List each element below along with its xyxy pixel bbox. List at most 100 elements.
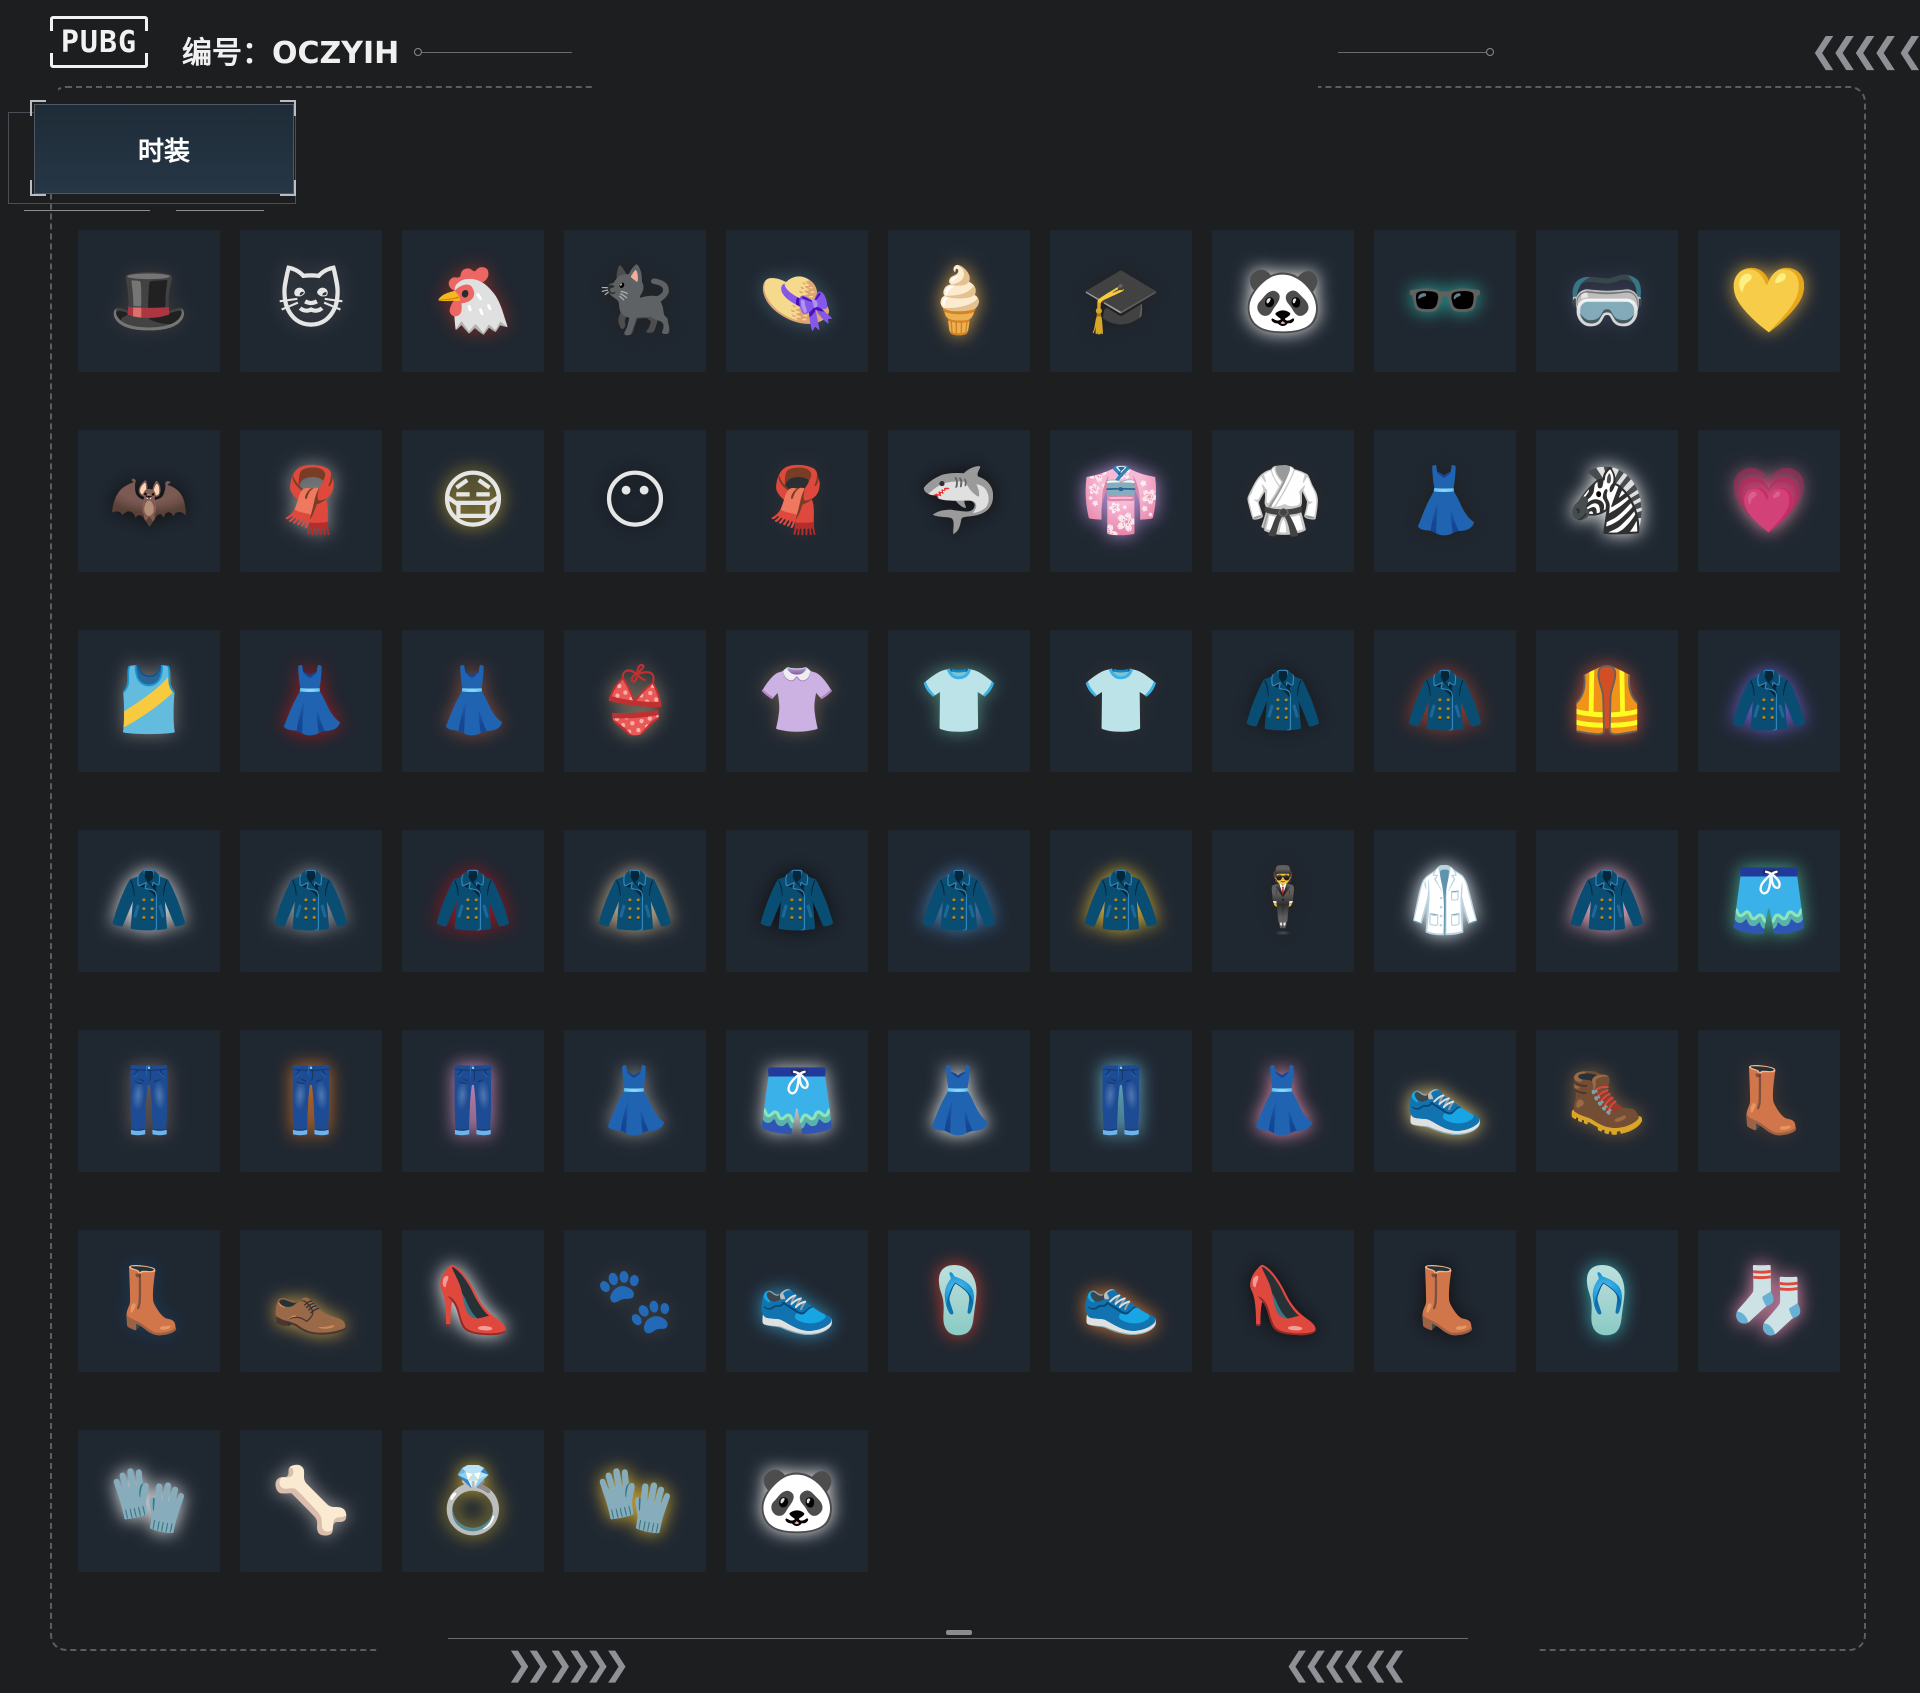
item-slot-black-beret[interactable]: 🎓 — [1050, 230, 1192, 372]
item-slot-dalmatian-jumpsuit[interactable]: 🦓 — [1536, 430, 1678, 572]
item-slot-white-pleated-skirt[interactable]: 👗 — [888, 1030, 1030, 1172]
item-slot-dark-harness-outfit[interactable]: 🥋 — [1212, 430, 1354, 572]
item-slot-skeleton-gloves[interactable]: 🦴 — [240, 1430, 382, 1572]
black-gold-coat-icon: 🧥 — [1243, 664, 1323, 738]
item-slot-black-suit[interactable]: 🕴️ — [1212, 830, 1354, 972]
black-beret-icon: 🎓 — [1081, 264, 1161, 338]
item-slot-white-bomber-jacket[interactable]: 🧥 — [78, 830, 220, 972]
item-slot-gold-earrings[interactable]: 💛 — [1698, 230, 1840, 372]
item-slot-blue-cargo-pants[interactable]: 👖 — [1050, 1030, 1192, 1172]
item-slot-dalmatian-loafers[interactable]: 👠 — [402, 1230, 544, 1372]
item-slot-black-gold-coat[interactable]: 🧥 — [1212, 630, 1354, 772]
bottom-left-chevrons-icon: ❯❯ ❯❯❯❯ — [506, 1645, 630, 1683]
item-slot-corset-top[interactable]: 🎽 — [78, 630, 220, 772]
item-slot-dark-paw-shoes[interactable]: 🐾 — [564, 1230, 706, 1372]
item-slot-white-gloves[interactable]: 🧤 — [78, 1430, 220, 1572]
item-slot-spiked-mask[interactable]: 🦇 — [78, 430, 220, 572]
item-slot-black-blue-sneakers[interactable]: 👟 — [726, 1230, 868, 1372]
item-slot-pink-white-hoodie[interactable]: 🧥 — [1536, 830, 1678, 972]
teal-clogs-icon: 🩴 — [1567, 1264, 1647, 1338]
purple-floral-jacket-icon: 🧥 — [1729, 664, 1809, 738]
item-slot-heart-crop-top[interactable]: 💗 — [1698, 430, 1840, 572]
item-slot-red-flippers[interactable]: 🩴 — [888, 1230, 1030, 1372]
item-slot-panda-headband[interactable]: 🐼 — [1212, 230, 1354, 372]
cat-ears-icon: 🐱 — [277, 264, 345, 338]
item-slot-black-face-mask[interactable]: 😶 — [564, 430, 706, 572]
item-slot-cat-ears[interactable]: 🐱 — [240, 230, 382, 372]
orange-lace-sneakers-icon: 👟 — [1081, 1264, 1161, 1338]
bucket-hat-icon: 👒 — [757, 264, 837, 338]
item-slot-red-chicken-hat[interactable]: 🐔 — [402, 230, 544, 372]
item-slot-dark-neck-gaiter[interactable]: 🧣 — [726, 430, 868, 572]
item-slot-black-yellow-gloves[interactable]: 🧤 — [564, 1430, 706, 1572]
gold-bangle-gloves-icon: 💍 — [433, 1464, 513, 1538]
pubg-logo: PUBG — [48, 16, 150, 68]
item-slot-teeth-mask[interactable]: 🦈 — [888, 430, 1030, 572]
tab-corner-tr — [280, 100, 296, 116]
item-slot-panda-gloves[interactable]: 🐼 — [726, 1430, 868, 1572]
line-dot-left — [414, 48, 422, 56]
floral-shirt-icon: 👕 — [919, 664, 999, 738]
item-slot-black-graphic-tee[interactable]: 👕 — [1050, 630, 1192, 772]
item-slot-tan-tube-top[interactable]: 👙 — [564, 630, 706, 772]
item-slot-black-dress[interactable]: 👗 — [1374, 430, 1516, 572]
item-slot-tie-dye-shorts[interactable]: 🩳 — [1698, 830, 1840, 972]
red-chicken-hat-icon: 🐔 — [433, 264, 513, 338]
item-slot-ice-cream-hat[interactable]: 🍦 — [888, 230, 1030, 372]
item-slot-floral-dress[interactable]: 👗 — [402, 630, 544, 772]
plaid-skirt-icon: 👗 — [595, 1064, 675, 1138]
item-slot-dark-visor[interactable]: 🥽 — [1536, 230, 1678, 372]
item-slot-red-leather-coat[interactable]: 🧥 — [1374, 630, 1516, 772]
item-slot-ripped-jeans[interactable]: 👖 — [78, 1030, 220, 1172]
item-slot-floral-shirt[interactable]: 👕 — [888, 630, 1030, 772]
item-slot-red-satin-dress[interactable]: 👗 — [240, 630, 382, 772]
item-slot-red-velvet-jacket[interactable]: 🧥 — [402, 830, 544, 972]
item-slot-beige-jacket[interactable]: 🧥 — [564, 830, 706, 972]
item-slot-red-apron-outfit[interactable]: 🦺 — [1536, 630, 1678, 772]
tab-corner-bl — [30, 180, 46, 196]
item-slot-grey-scarf[interactable]: 🧣 — [240, 430, 382, 572]
red-satin-dress-icon: 👗 — [271, 664, 351, 738]
item-slot-pink-cargo-pants[interactable]: 👖 — [402, 1030, 544, 1172]
item-slot-black-witch-hat[interactable]: 🎩 — [78, 230, 220, 372]
item-slot-white-shorts[interactable]: 🩳 — [726, 1030, 868, 1172]
item-slot-blue-gold-boots[interactable]: 👢 — [78, 1230, 220, 1372]
item-slot-gradient-ear-hoodie[interactable]: 🧥 — [888, 830, 1030, 972]
item-slot-orange-lace-sneakers[interactable]: 👟 — [1050, 1230, 1192, 1372]
black-suit-icon: 🕴️ — [1243, 864, 1323, 938]
item-slot-striped-pants[interactable]: 👖 — [240, 1030, 382, 1172]
item-slot-grey-hooded-coat[interactable]: 🧥 — [240, 830, 382, 972]
item-slot-patterned-halter-top[interactable]: 👚 — [726, 630, 868, 772]
item-slot-plaid-skirt[interactable]: 👗 — [564, 1030, 706, 1172]
item-slot-yellow-racing-jacket[interactable]: 🧥 — [1050, 830, 1192, 972]
item-slot-teal-clogs[interactable]: 🩴 — [1536, 1230, 1678, 1372]
dark-neck-gaiter-icon: 🧣 — [757, 464, 837, 538]
tab-fashion[interactable]: 时装 — [34, 104, 294, 194]
black-face-mask-icon: 😶 — [601, 464, 669, 538]
item-slot-pink-skirt[interactable]: 👗 — [1212, 1030, 1354, 1172]
tab-corner-br — [280, 180, 296, 196]
item-slot-brown-spiked-boots[interactable]: 🥾 — [1536, 1030, 1678, 1172]
teeth-mask-icon: 🦈 — [919, 464, 999, 538]
item-slot-black-pointed-heels[interactable]: 👠 — [1212, 1230, 1354, 1372]
item-slot-black-stocking-boots[interactable]: 👢 — [1374, 1230, 1516, 1372]
item-slot-bucket-hat[interactable]: 👒 — [726, 230, 868, 372]
item-slot-yellow-sneakers[interactable]: 👟 — [1374, 1030, 1516, 1172]
item-slot-purple-floral-jacket[interactable]: 🧥 — [1698, 630, 1840, 772]
item-slot-black-aura-hoodie[interactable]: 🧥 — [726, 830, 868, 972]
item-slot-teal-visor-glasses[interactable]: 🕶️ — [1374, 230, 1516, 372]
yellow-racing-jacket-icon: 🧥 — [1081, 864, 1161, 938]
black-stocking-boots-icon: 👢 — [1405, 1264, 1485, 1338]
item-slot-pink-fishnet-stockings[interactable]: 🧦 — [1698, 1230, 1840, 1372]
item-slot-gold-bangle-gloves[interactable]: 💍 — [402, 1430, 544, 1572]
panda-gloves-icon: 🐼 — [757, 1464, 837, 1538]
item-slot-white-blue-coat[interactable]: 🥼 — [1374, 830, 1516, 972]
item-slot-lilac-kimono-outfit[interactable]: 👘 — [1050, 430, 1192, 572]
item-slot-gold-oxford-shoes[interactable]: 👞 — [240, 1230, 382, 1372]
bottom-scroll-indicator — [946, 1630, 972, 1635]
item-slot-yellow-gas-mask[interactable]: 😷 — [402, 430, 544, 572]
bottom-line — [448, 1638, 1468, 1639]
item-slot-brown-thigh-boots[interactable]: 👢 — [1698, 1030, 1840, 1172]
right-chevrons-icon: ❮❮❮❮ ❮ — [1810, 31, 1920, 71]
item-slot-black-cat-beanie[interactable]: 🐈‍⬛ — [564, 230, 706, 372]
